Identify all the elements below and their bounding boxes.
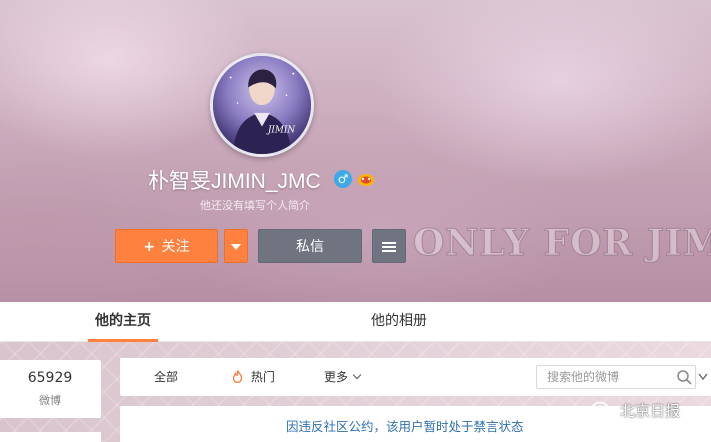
filter-all[interactable]: 全部 <box>154 358 178 396</box>
chevron-down-icon <box>352 370 362 380</box>
weibo-count-label: 微博 <box>39 394 61 407</box>
follow-button[interactable]: + 关注 <box>115 229 218 263</box>
search-input[interactable] <box>537 366 669 388</box>
filter-hot-label: 热门 <box>250 370 275 384</box>
weibo-search-box <box>536 365 696 389</box>
search-icon[interactable] <box>676 369 692 385</box>
follow-label: 关注 <box>161 239 190 255</box>
follow-options-button[interactable] <box>224 229 248 263</box>
username: 朴智旻JIMIN_JMC <box>148 170 321 193</box>
weibo-count-card[interactable]: 65929 微博 <box>0 360 101 418</box>
profile-banner: ONLY FOR JIMIN JIMIN 朴智旻JIMIN_JM <box>0 0 711 302</box>
gender-male-icon: ♂ <box>334 170 352 188</box>
level-badge-icon[interactable] <box>357 171 375 187</box>
message-button[interactable]: 私信 <box>258 229 362 263</box>
weibo-count: 65929 <box>27 370 73 386</box>
avatar[interactable]: JIMIN <box>210 53 314 157</box>
menu-icon <box>382 240 396 254</box>
ban-notice-text[interactable]: 因违反社区公约，该用户暂时处于禁言状态 <box>286 416 524 435</box>
more-menu-button[interactable] <box>372 229 406 263</box>
banner-text: ONLY FOR JIMIN <box>413 222 711 265</box>
filter-more-label: 更多 <box>324 370 349 384</box>
plus-icon: + <box>143 239 156 255</box>
tab-album[interactable]: 他的相册 <box>363 302 435 342</box>
profile-bio: 他还没有填写个人简介 <box>200 199 310 212</box>
avatar-image: JIMIN <box>213 56 311 154</box>
filter-more[interactable]: 更多 <box>324 358 362 396</box>
filter-hot[interactable]: 热门 <box>232 358 275 396</box>
flame-icon <box>232 370 247 384</box>
caret-down-icon <box>231 244 241 250</box>
feed-filter-bar: 全部 热门 更多 <box>120 358 711 396</box>
wechat-icon <box>591 401 615 420</box>
avatar-lettering: JIMIN <box>266 125 296 135</box>
search-options-icon[interactable] <box>698 373 708 381</box>
profile-tabs: 他的主页 他的相册 <box>0 302 711 342</box>
side-card <box>0 432 101 442</box>
tab-home[interactable]: 他的主页 <box>88 302 158 342</box>
watermark-text: 北京日报 <box>620 402 681 420</box>
